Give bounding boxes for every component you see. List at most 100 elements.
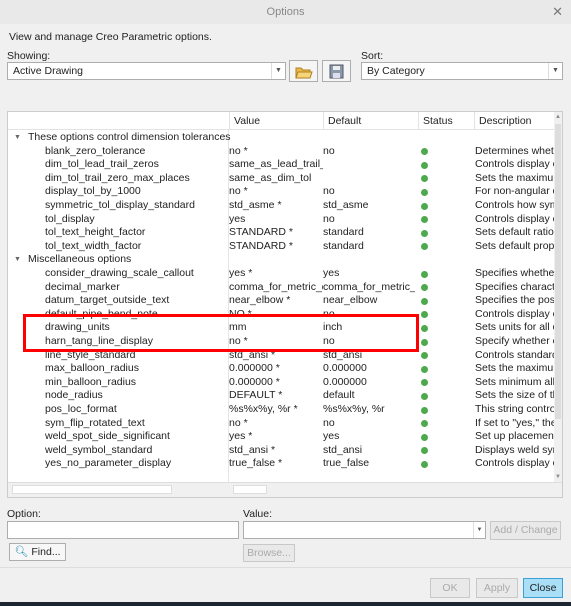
ok-button[interactable]: OK xyxy=(430,578,470,598)
save-icon xyxy=(329,64,344,78)
status-ok-icon xyxy=(421,284,428,292)
table-row[interactable]: sym_flip_rotated_text no * no If set to … xyxy=(8,417,556,431)
option-default: no xyxy=(323,185,335,198)
close-button[interactable]: Close xyxy=(523,578,563,598)
option-value: same_as_lead_trail_zeros xyxy=(229,158,323,171)
column-header-description[interactable]: Description xyxy=(474,112,556,130)
status-ok-icon xyxy=(421,229,428,237)
option-name: weld_symbol_standard xyxy=(45,443,153,456)
column-header-value[interactable]: Value xyxy=(229,112,323,130)
table-row[interactable]: tol_display yes no Controls display o xyxy=(8,213,556,227)
column-header-name[interactable] xyxy=(8,112,229,130)
chevron-down-icon: ▼ xyxy=(271,63,285,79)
table-row[interactable]: tol_text_width_factor STANDARD * standar… xyxy=(8,240,556,254)
table-row[interactable]: symmetric_tol_display_standard std_asme … xyxy=(8,199,556,213)
collapse-triangle-icon[interactable]: ▼ xyxy=(14,131,21,145)
table-row[interactable]: decimal_marker comma_for_metric_dual com… xyxy=(8,281,556,295)
save-button[interactable] xyxy=(322,60,351,82)
options-table: Value Default Status Description ▼ These … xyxy=(7,111,563,498)
option-description: Sets the maximum xyxy=(475,171,556,184)
status-ok-icon xyxy=(421,161,428,169)
table-header: Value Default Status Description xyxy=(8,112,556,130)
option-description: Sets default ratio b xyxy=(475,226,556,239)
option-value: no * xyxy=(229,144,248,157)
showing-value: Active Drawing xyxy=(13,65,84,77)
option-value: STANDARD * xyxy=(229,239,293,252)
collapse-triangle-icon[interactable]: ▼ xyxy=(14,253,21,267)
option-description: Determines wheth xyxy=(475,144,556,157)
option-value: std_ansi * xyxy=(229,443,276,456)
option-name: dim_tol_lead_trail_zeros xyxy=(45,158,159,171)
column-header-status[interactable]: Status xyxy=(418,112,474,130)
group-row[interactable]: ▼ These options control dimension toleran… xyxy=(8,131,556,145)
table-row[interactable]: tol_text_height_factor STANDARD * standa… xyxy=(8,226,556,240)
group-row[interactable]: ▼ Miscellaneous options xyxy=(8,253,556,267)
column-header-default[interactable]: Default xyxy=(323,112,418,130)
status-ok-icon xyxy=(421,324,428,332)
option-value: DEFAULT * xyxy=(229,389,283,402)
option-default: %s%x%y, %r xyxy=(323,403,385,415)
add-change-button[interactable]: Add / Change xyxy=(490,521,561,540)
option-description: Controls display o xyxy=(475,457,556,470)
table-row[interactable]: node_radius DEFAULT * default Sets the s… xyxy=(8,389,556,403)
option-name: sym_flip_rotated_text xyxy=(45,416,145,429)
intro-text: View and manage Creo Parametric options. xyxy=(9,31,212,43)
table-row[interactable]: datum_target_outside_text near_elbow * n… xyxy=(8,294,556,308)
find-button[interactable]: 🔍︎ Find... xyxy=(9,543,66,561)
table-row[interactable]: weld_symbol_standard std_ansi * std_ansi… xyxy=(8,444,556,458)
showing-select[interactable]: Active Drawing ▼ xyxy=(7,62,286,80)
table-row[interactable]: pos_loc_format %s%x%y, %r * %s%x%y, %r T… xyxy=(8,403,556,417)
table-row[interactable]: dim_tol_trail_zero_max_places same_as_di… xyxy=(8,172,556,186)
highlight-box xyxy=(23,314,419,352)
option-name: tol_text_width_factor xyxy=(45,239,142,252)
table-row[interactable]: display_tol_by_1000 no * no For non-angu… xyxy=(8,185,556,199)
option-description: Specify whether o xyxy=(475,335,556,347)
open-button[interactable] xyxy=(289,60,318,82)
option-default: no xyxy=(323,416,335,429)
option-input[interactable] xyxy=(7,521,239,539)
table-row[interactable]: consider_drawing_scale_callout yes * yes… xyxy=(8,267,556,281)
option-value: STANDARD * xyxy=(229,226,293,239)
option-default: 0.000000 xyxy=(323,375,367,388)
sort-value: By Category xyxy=(367,65,425,77)
option-name: pos_loc_format xyxy=(45,403,117,415)
option-value: comma_for_metric_dual xyxy=(229,280,323,293)
option-value: 0.000000 * xyxy=(229,362,280,375)
sort-select[interactable]: By Category ▼ xyxy=(361,62,563,80)
status-ok-icon xyxy=(421,420,428,428)
option-default: no xyxy=(323,144,335,157)
table-row[interactable]: max_balloon_radius 0.000000 * 0.000000 S… xyxy=(8,362,556,376)
table-row[interactable]: dim_tol_lead_trail_zeros same_as_lead_tr… xyxy=(8,158,556,172)
table-row[interactable]: yes_no_parameter_display true_false * tr… xyxy=(8,457,556,471)
find-label: Find... xyxy=(31,546,61,558)
option-label: Option: xyxy=(7,508,41,520)
value-input[interactable]: ▼ xyxy=(243,521,486,539)
window-title: Options xyxy=(266,6,305,18)
chevron-down-icon[interactable]: ▼ xyxy=(473,522,485,538)
status-ok-icon xyxy=(421,297,428,305)
status-ok-icon xyxy=(421,270,428,278)
divider xyxy=(0,567,571,568)
apply-button[interactable]: Apply xyxy=(476,578,518,598)
option-value: %s%x%y, %r * xyxy=(229,403,298,415)
option-name: tol_text_height_factor xyxy=(45,226,146,239)
option-value: same_as_dim_tol xyxy=(229,171,312,184)
option-default: true_false xyxy=(323,457,370,470)
table-row[interactable]: blank_zero_tolerance no * no Determines … xyxy=(8,145,556,159)
option-description: Sets minimum allo xyxy=(475,375,556,388)
status-ok-icon xyxy=(421,311,428,319)
option-description: Controls display o xyxy=(475,307,556,320)
option-name: weld_spot_side_significant xyxy=(45,430,170,443)
close-icon[interactable]: ✕ xyxy=(552,0,563,24)
browse-button[interactable]: Browse... xyxy=(243,544,295,562)
vertical-scrollbar[interactable]: ▲ ▼ xyxy=(554,112,562,482)
status-ok-icon xyxy=(421,379,428,387)
option-value: yes xyxy=(229,212,246,225)
table-row[interactable]: min_balloon_radius 0.000000 * 0.000000 S… xyxy=(8,376,556,390)
status-ok-icon xyxy=(421,243,428,251)
option-default: yes xyxy=(323,430,340,443)
horizontal-scrollbar[interactable] xyxy=(8,482,562,497)
option-name: max_balloon_radius xyxy=(45,362,139,375)
option-description: Specifies characte xyxy=(475,280,556,293)
table-row[interactable]: weld_spot_side_significant yes * yes Set… xyxy=(8,430,556,444)
